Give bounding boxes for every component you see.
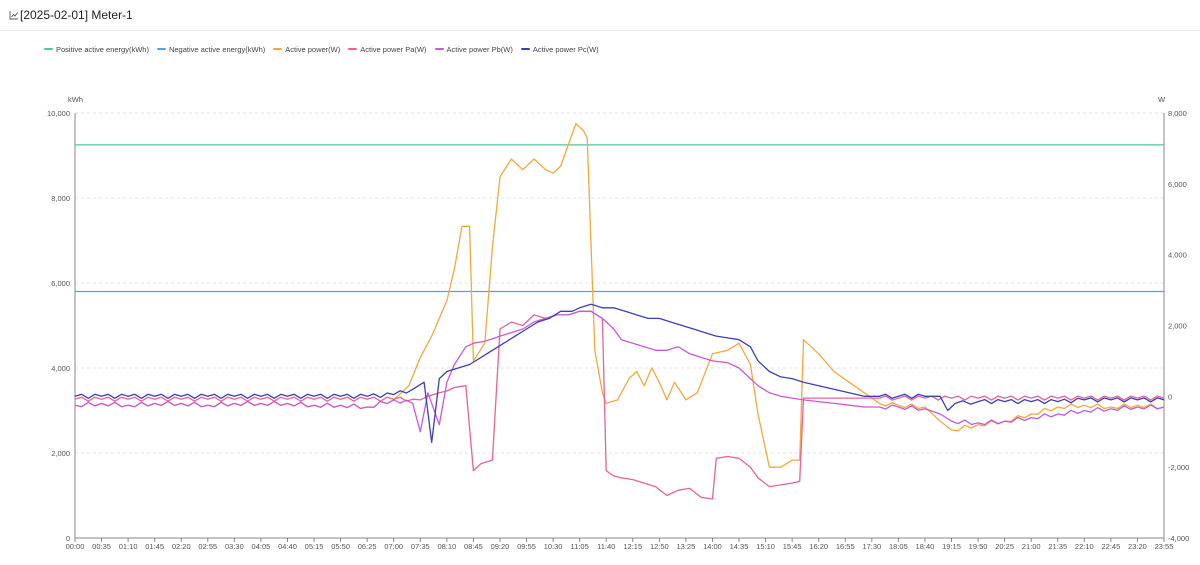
x-tick-label: 09:55	[517, 542, 536, 551]
y-right-tick-label: 6,000	[1168, 180, 1187, 189]
x-tick-label: 07:00	[384, 542, 403, 551]
x-tick-label: 21:00	[1022, 542, 1041, 551]
x-tick-label: 03:30	[225, 542, 244, 551]
x-tick-label: 16:20	[809, 542, 828, 551]
x-tick-label: 18:05	[889, 542, 908, 551]
x-tick-label: 02:20	[172, 542, 191, 551]
x-tick-label: 17:30	[862, 542, 881, 551]
y-right-tick-label: 0	[1168, 392, 1172, 401]
series-line-4	[74, 310, 1165, 433]
x-tick-label: 22:10	[1075, 542, 1094, 551]
x-tick-label: 23:55	[1155, 542, 1174, 551]
x-tick-label: 16:55	[836, 542, 855, 551]
x-tick-label: 13:25	[677, 542, 696, 551]
x-tick-label: 12:50	[650, 542, 669, 551]
x-tick-label: 14:35	[730, 542, 749, 551]
y-right-tick-label: 4,000	[1168, 251, 1187, 260]
y-right-tick-label: 2,000	[1168, 322, 1187, 331]
x-tick-label: 15:10	[756, 542, 775, 551]
x-tick-label: 08:10	[437, 542, 456, 551]
y-right-tick-label: 8,000	[1168, 109, 1187, 118]
x-tick-label: 23:20	[1128, 542, 1147, 551]
x-tick-label: 11:40	[597, 542, 615, 551]
y-left-tick-label: 6,000	[51, 279, 70, 288]
y-left-tick-label: 2,000	[51, 449, 70, 458]
x-tick-label: 21:35	[1048, 542, 1067, 551]
y-left-unit: kWh	[68, 95, 83, 104]
x-tick-label: 14:00	[703, 542, 722, 551]
y-left-tick-label: 8,000	[51, 194, 70, 203]
x-tick-label: 15:45	[783, 542, 802, 551]
x-tick-label: 04:40	[278, 542, 297, 551]
chart-plot: 02,0004,0006,0008,00010,000-4,000-2,0000…	[47, 95, 1189, 551]
x-tick-label: 18:40	[916, 542, 935, 551]
x-tick-label: 06:25	[358, 542, 377, 551]
y-right-unit: W	[1158, 95, 1166, 104]
x-tick-label: 05:50	[331, 542, 350, 551]
y-right-tick-label: -2,000	[1168, 463, 1189, 472]
x-tick-label: 11:05	[571, 542, 589, 551]
x-tick-label: 10:30	[544, 542, 563, 551]
y-left-tick-label: 4,000	[51, 364, 70, 373]
x-tick-label: 01:10	[119, 542, 138, 551]
y-left-tick-label: 10,000	[47, 109, 70, 118]
series-line-2	[74, 122, 1165, 468]
x-tick-label: 22:45	[1101, 542, 1120, 551]
x-tick-label: 01:45	[145, 542, 164, 551]
x-tick-label: 04:05	[252, 542, 271, 551]
x-tick-label: 00:00	[66, 542, 85, 551]
x-tick-label: 12:15	[623, 542, 642, 551]
x-tick-label: 09:20	[491, 542, 510, 551]
series-line-5	[74, 303, 1165, 444]
x-tick-label: 02:55	[198, 542, 217, 551]
x-tick-label: 08:45	[464, 542, 483, 551]
x-tick-label: 05:15	[305, 542, 324, 551]
x-tick-label: 07:35	[411, 542, 430, 551]
x-tick-label: 19:50	[969, 542, 988, 551]
x-tick-label: 20:25	[995, 542, 1014, 551]
x-tick-label: 00:35	[92, 542, 111, 551]
x-tick-label: 19:15	[942, 542, 961, 551]
